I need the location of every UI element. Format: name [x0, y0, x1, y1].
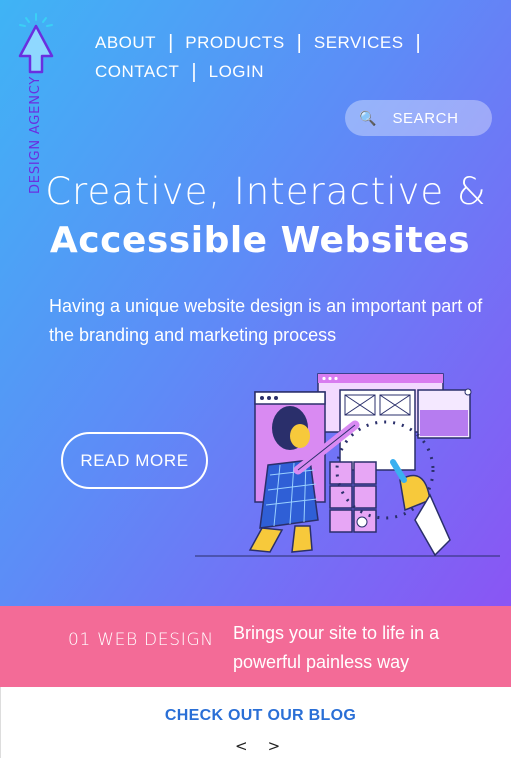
nav-about[interactable]: ABOUT	[95, 33, 156, 53]
carousel-arrows: < >	[235, 737, 280, 755]
search-icon: 🔍	[359, 109, 377, 126]
main-nav: ABOUT | PRODUCTS | SERVICES | CONTACT | …	[95, 28, 495, 86]
hero-title-line2: Accessible Websites	[49, 220, 471, 261]
nav-products[interactable]: PRODUCTS	[185, 33, 284, 53]
service-description: Brings your site to life in a powerful p…	[233, 623, 440, 672]
blog-link[interactable]: CHECK OUT OUR BLOG	[1, 707, 511, 725]
next-arrow-button[interactable]: >	[268, 737, 281, 755]
search-input[interactable]: 🔍 SEARCH	[345, 100, 492, 136]
service-band: 01 WEB DESIGN Brings your site to life i…	[0, 606, 511, 687]
web-designer-illustration	[195, 373, 500, 557]
nav-divider: |	[168, 31, 174, 54]
service-title[interactable]: 01 WEB DESIGN	[68, 630, 214, 650]
nav-services[interactable]: SERVICES	[314, 33, 404, 53]
nav-contact[interactable]: CONTACT	[95, 62, 179, 82]
cursor-logo-icon[interactable]	[14, 12, 58, 78]
footer: CHECK OUT OUR BLOG < >	[0, 687, 511, 758]
nav-divider: |	[191, 60, 197, 83]
prev-arrow-button[interactable]: <	[235, 737, 248, 755]
nav-divider: |	[296, 31, 302, 54]
nav-divider: |	[415, 31, 421, 54]
hero-section: DESIGN AGENCY ABOUT | PRODUCTS | SERVICE…	[0, 0, 511, 606]
search-placeholder: SEARCH	[392, 109, 459, 127]
hero-title-line1: Creative, Interactive &	[45, 170, 487, 213]
nav-login[interactable]: LOGIN	[209, 62, 264, 82]
hero-subtitle: Having a unique website design is an imp…	[49, 296, 483, 345]
read-more-button[interactable]: READ MORE	[61, 432, 208, 489]
